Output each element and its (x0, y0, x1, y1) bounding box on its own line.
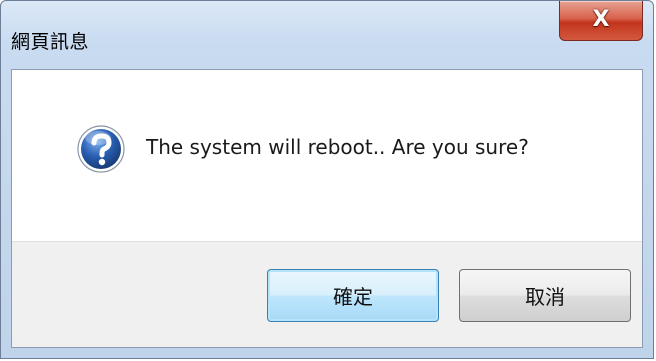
cancel-button-label: 取消 (525, 285, 565, 309)
message-area: The system will reboot.. Are you sure? (12, 70, 642, 241)
dialog-message: The system will reboot.. Are you sure? (146, 135, 529, 159)
cancel-button[interactable]: 取消 (459, 269, 631, 322)
title-bar[interactable]: 網頁訊息 X (1, 1, 653, 69)
ok-button[interactable]: 確定 (267, 269, 439, 322)
close-button[interactable]: X (559, 1, 643, 41)
question-icon (77, 125, 125, 173)
window-title: 網頁訊息 (11, 31, 90, 53)
dialog-window: 網頁訊息 X The system will reboot.. Are you … (0, 0, 654, 359)
dialog-client-area: The system will reboot.. Are you sure? 確… (11, 69, 643, 348)
button-bar: 確定 取消 (12, 241, 642, 347)
close-icon: X (592, 6, 610, 32)
ok-button-label: 確定 (333, 285, 373, 309)
